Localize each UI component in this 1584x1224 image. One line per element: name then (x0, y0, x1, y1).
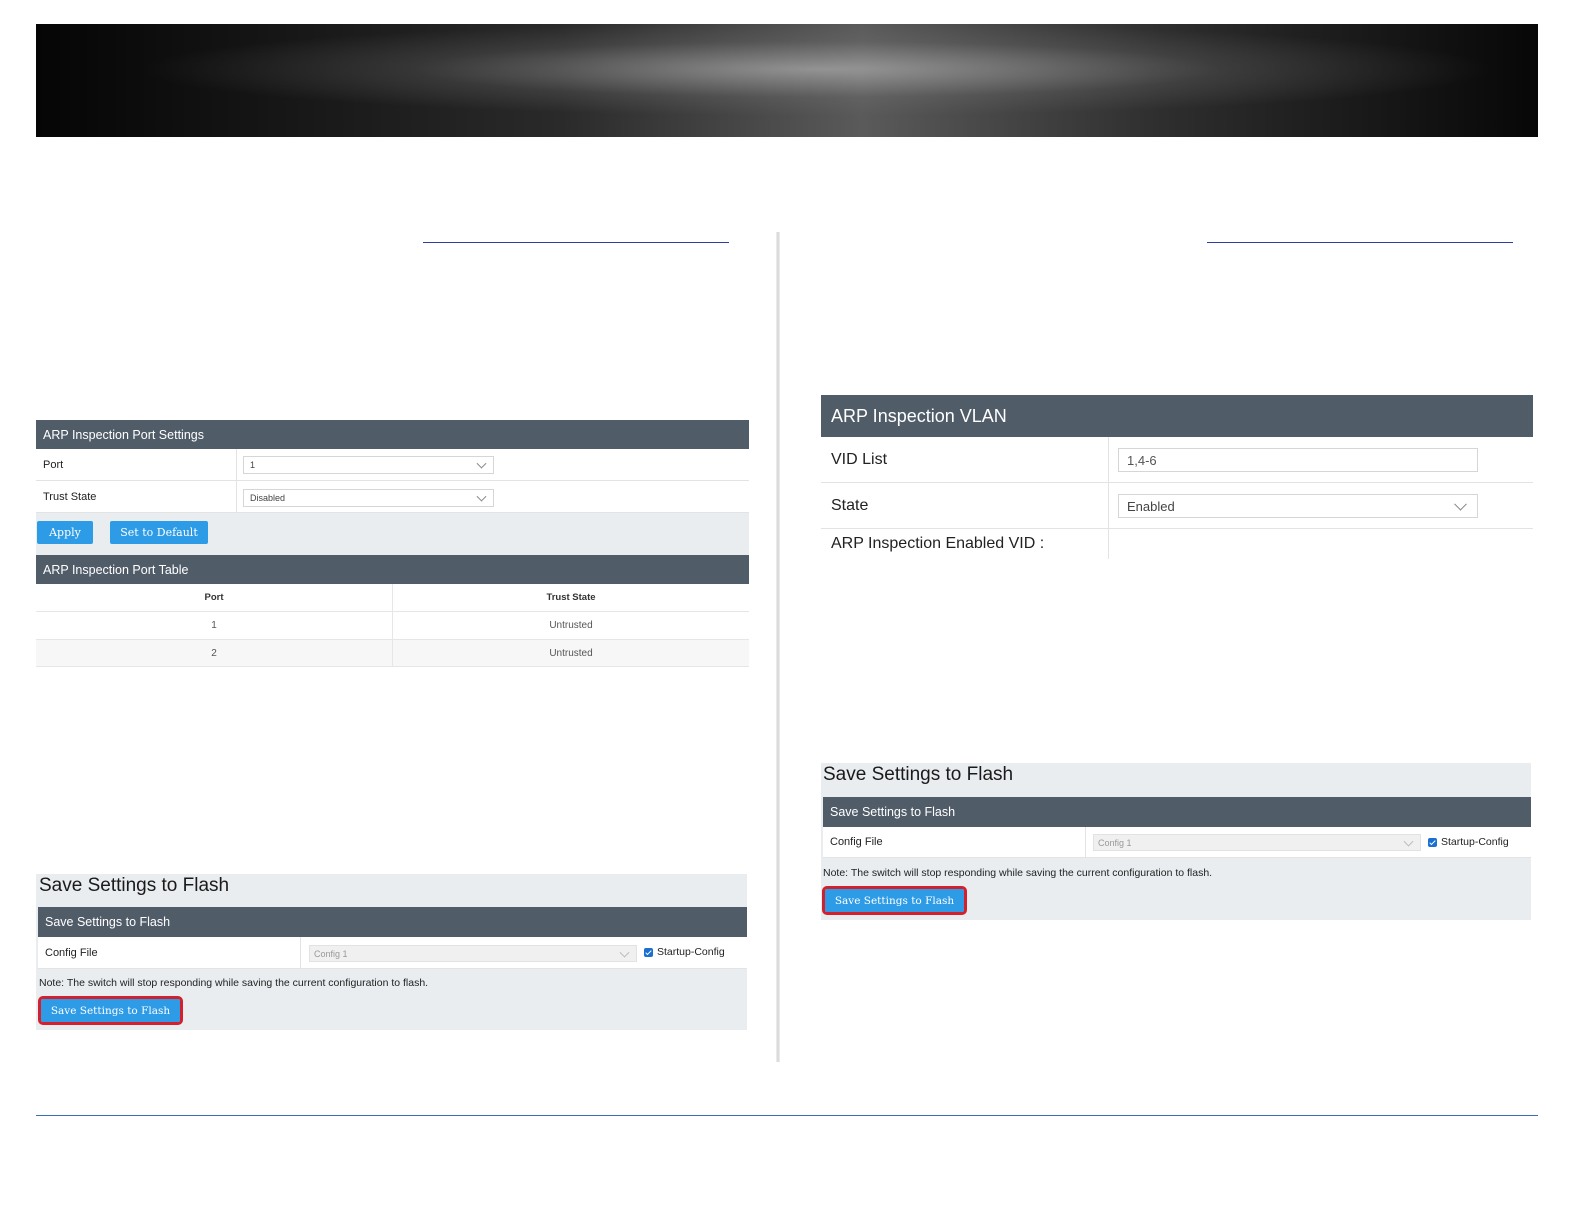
save-settings-to-flash-button-left[interactable]: Save Settings to Flash (38, 996, 183, 1025)
vlan-header: ARP Inspection VLAN (821, 395, 1533, 437)
chevron-down-icon (1454, 497, 1467, 511)
chevron-down-icon (1403, 836, 1414, 847)
vid-list-input[interactable]: 1,4-6 (1118, 448, 1478, 472)
trust-state-select[interactable]: Disabled (243, 489, 494, 507)
state-label: State (821, 483, 1109, 528)
enabled-vid-row: ARP Inspection Enabled VID : (821, 529, 1533, 559)
config-file-select-right[interactable]: Config 1 (1093, 834, 1421, 851)
save-settings-to-flash-button-right[interactable]: Save Settings to Flash (822, 886, 967, 915)
port-settings-header: ARP Inspection Port Settings (36, 420, 749, 449)
state-select[interactable]: Enabled (1118, 494, 1478, 518)
config-file-select-left[interactable]: Config 1 (309, 945, 637, 962)
startup-config-checkbox-left[interactable]: Startup-Config (644, 946, 725, 958)
save-flash-left-note: Note: The switch will stop responding wh… (39, 977, 429, 989)
chevron-down-icon (476, 491, 487, 502)
port-table-header: ARP Inspection Port Table (36, 555, 749, 584)
save-flash-left-title: Save Settings to Flash (39, 875, 230, 896)
config-file-row-right: Config File Config 1 Startup-Config (823, 827, 1531, 858)
port-row: Port 1 (36, 449, 749, 481)
port-select[interactable]: 1 (243, 456, 494, 474)
table-row-2-trust-state: Untrusted (393, 640, 749, 667)
config-file-label-left: Config File (38, 937, 301, 968)
startup-config-checkbox-right[interactable]: Startup-Config (1428, 836, 1509, 848)
port-select-value: 1 (250, 460, 256, 470)
vlan-title: ARP Inspection VLAN (831, 405, 1007, 426)
trust-state-row: Trust State Disabled (36, 481, 749, 513)
trust-state-label: Trust State (36, 481, 237, 512)
right-link-underline (1207, 242, 1513, 243)
port-settings-title: ARP Inspection Port Settings (43, 427, 204, 442)
config-file-label-right: Config File (823, 827, 1086, 857)
vid-list-label: VID List (821, 437, 1109, 482)
header-banner (36, 24, 1538, 137)
table-row-1-trust-state: Untrusted (393, 612, 749, 640)
save-flash-right-note: Note: The switch will stop responding wh… (823, 867, 1213, 879)
checkbox-checked-icon (644, 947, 653, 957)
trust-state-select-value: Disabled (250, 493, 286, 503)
checkbox-checked-icon (1428, 837, 1437, 847)
apply-button[interactable]: Apply (37, 521, 93, 544)
table-row-1-port: 1 (36, 612, 393, 640)
save-flash-left-header: Save Settings to Flash (38, 907, 747, 937)
port-label: Port (36, 449, 237, 480)
vid-list-row: VID List 1,4-6 (821, 437, 1533, 483)
chevron-down-icon (476, 458, 487, 469)
enabled-vid-label: ARP Inspection Enabled VID : (821, 529, 1109, 559)
column-header-trust-state: Trust State (393, 584, 749, 612)
save-flash-right-title: Save Settings to Flash (823, 764, 1014, 785)
set-to-default-button[interactable]: Set to Default (110, 521, 208, 544)
port-table-title: ARP Inspection Port Table (43, 562, 189, 577)
state-row: State Enabled (821, 483, 1533, 529)
column-divider (776, 232, 780, 1062)
column-header-port: Port (36, 584, 393, 612)
save-flash-right-header: Save Settings to Flash (823, 797, 1531, 827)
footer-divider (36, 1115, 1538, 1116)
left-link-underline (423, 242, 729, 243)
chevron-down-icon (619, 947, 630, 958)
table-row-2-port: 2 (36, 640, 393, 667)
config-file-row-left: Config File Config 1 Startup-Config (38, 937, 747, 969)
